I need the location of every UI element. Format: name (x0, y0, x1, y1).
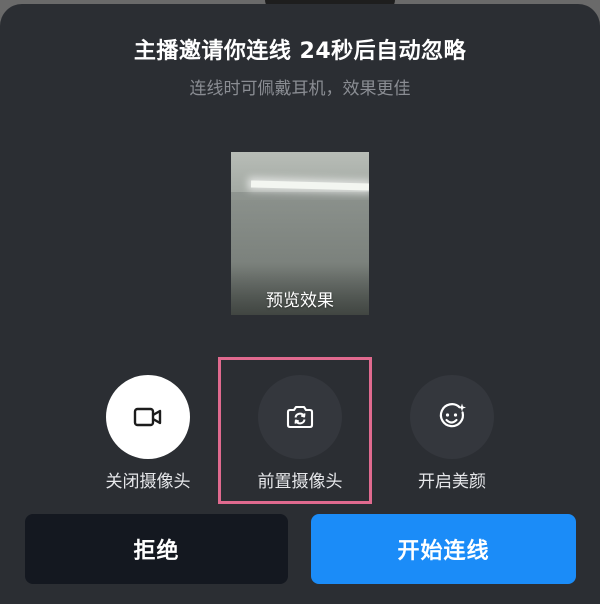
start-connection-button[interactable]: 开始连线 (311, 514, 576, 584)
beauty-filter-label: 开启美颜 (418, 472, 486, 492)
beauty-face-icon (439, 403, 466, 428)
beauty-filter-button[interactable] (410, 375, 494, 459)
toggle-camera-label: 关闭摄像头 (105, 472, 191, 492)
switch-camera-button[interactable] (258, 375, 342, 459)
reject-button[interactable]: 拒绝 (25, 514, 288, 584)
invite-hint: 连线时可佩戴耳机，效果更佳 (189, 79, 411, 99)
invite-title: 主播邀请你连线 24秒后自动忽略 (133, 39, 467, 64)
preview-label: 预览效果 (266, 291, 334, 311)
toggle-camera-button[interactable] (106, 375, 190, 459)
beauty-filter-control[interactable]: 开启美颜 (377, 375, 527, 495)
camera-switch-icon (286, 405, 314, 429)
camera-preview: 预览效果 (231, 152, 369, 315)
video-camera-icon (133, 407, 162, 427)
front-camera-label: 前置摄像头 (257, 472, 343, 492)
co-host-invite-dialog: 主播邀请你连线 24秒后自动忽略 连线时可佩戴耳机，效果更佳 预览效果 关闭摄像… (0, 4, 600, 604)
front-camera-control[interactable]: 前置摄像头 (225, 375, 375, 495)
toggle-camera-control[interactable]: 关闭摄像头 (73, 375, 223, 495)
